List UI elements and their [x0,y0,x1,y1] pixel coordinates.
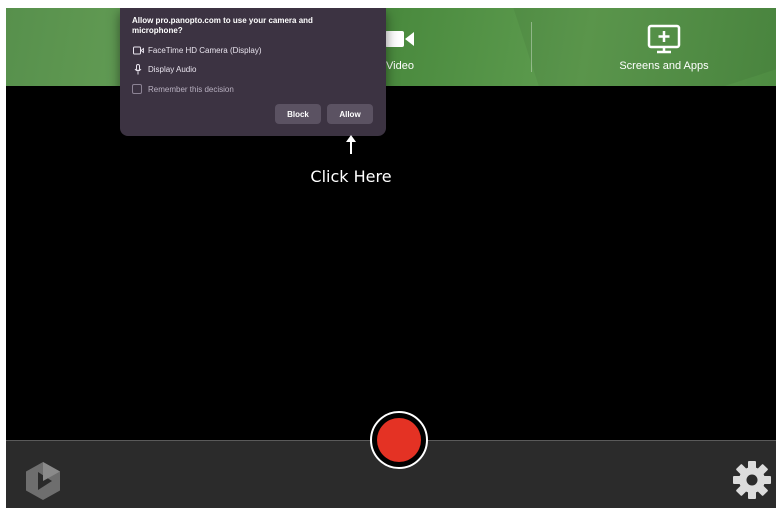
audio-permission-row: Display Audio [132,63,197,74]
audio-device-label: Display Audio [148,64,197,74]
video-camera-icon [383,24,417,54]
remember-decision-label: Remember this decision [148,84,234,94]
panopto-logo-icon [22,460,64,507]
camera-icon [132,45,144,55]
remember-decision-checkbox[interactable] [132,84,142,94]
record-dot [377,418,421,462]
block-button[interactable]: Block [275,104,321,124]
gear-icon[interactable] [732,460,772,505]
allow-button[interactable]: Allow [327,104,373,124]
remember-decision-row[interactable]: Remember this decision [132,84,234,94]
microphone-icon [132,63,144,74]
screen-add-icon [646,24,682,54]
record-button[interactable] [370,411,428,469]
camera-device-label: FaceTime HD Camera (Display) [148,45,262,55]
screens-and-apps-label: Screens and Apps [619,60,709,72]
recorder-window: Video Screens and Apps Allow pro.panopto… [6,8,776,508]
click-here-annotation: Click Here [310,167,392,186]
camera-permission-row: FaceTime HD Camera (Display) [132,45,262,55]
video-label: Video [386,60,414,72]
toolbar-divider [531,22,532,72]
screens-and-apps-button[interactable]: Screens and Apps [604,8,724,86]
permission-title: Allow pro.panopto.com to use your camera… [132,16,313,35]
camera-permission-popup: Allow pro.panopto.com to use your camera… [120,8,386,136]
up-arrow-icon [345,135,357,160]
